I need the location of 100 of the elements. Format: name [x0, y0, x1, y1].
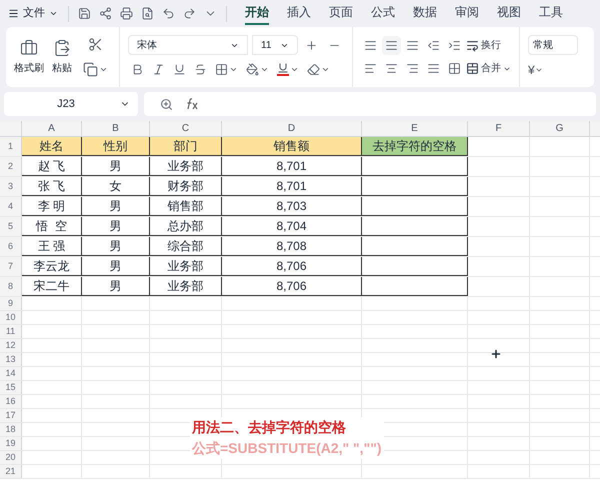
row-header[interactable]: 10 [0, 311, 22, 324]
column-header[interactable]: D [222, 121, 362, 136]
column-header[interactable]: A [22, 121, 82, 136]
menu-icon [8, 8, 19, 19]
ribbon-tab[interactable]: 工具 [539, 2, 563, 24]
header-cell: 销售额 [222, 137, 362, 156]
table-cell: 王 强 [22, 237, 82, 256]
table-cell: 业务部 [150, 277, 222, 296]
header-cell: 去掉字符的空格 [362, 137, 468, 156]
column-header[interactable]: E [362, 121, 468, 136]
row-header[interactable]: 5 [0, 217, 22, 236]
caret-icon [534, 66, 543, 74]
file-menu-label: 文件 [23, 6, 45, 22]
table-cell: 男 [82, 237, 150, 256]
font-size-dropdown[interactable]: 11 [252, 35, 298, 55]
table-cell: 李 明 [22, 197, 82, 216]
row-header[interactable]: 19 [0, 437, 22, 450]
table-cell: 8,703 [222, 197, 362, 216]
row-header[interactable]: 9 [0, 297, 22, 310]
row-header[interactable]: 15 [0, 381, 22, 394]
currency-button[interactable]: ¥ [528, 61, 578, 79]
table-cell: 宋二牛 [22, 277, 82, 296]
row-header[interactable]: 2 [0, 157, 22, 176]
ribbon-tab[interactable]: 插入 [287, 2, 311, 24]
row-header[interactable]: 1 [0, 137, 22, 156]
table-cell: 女 [82, 177, 150, 196]
paste-label: 粘贴 [52, 62, 72, 76]
annotation-title: 用法二、去掉字符的空格 [192, 418, 347, 437]
table-cell: 8,701 [222, 157, 362, 176]
table-cell: 男 [82, 217, 150, 236]
table-cell: 男 [82, 257, 150, 276]
row-header[interactable]: 14 [0, 367, 22, 380]
borders-icon [215, 62, 228, 76]
table-cell: 综合部 [150, 237, 222, 256]
table-cell: 总办部 [150, 217, 222, 236]
table-cell: 男 [82, 197, 150, 216]
wrap-text-button[interactable]: 换行 [466, 38, 501, 53]
merge-icon [466, 62, 479, 75]
caret-icon [49, 9, 58, 18]
font-name-dropdown[interactable]: 宋体 [128, 35, 248, 55]
table-cell: 业务部 [150, 157, 222, 176]
fill-color-icon [246, 62, 259, 76]
row-header[interactable]: 17 [0, 409, 22, 422]
ribbon-tab[interactable]: 视图 [497, 2, 521, 24]
table-cell: 8,706 [222, 257, 362, 276]
function-icon[interactable] [185, 98, 199, 110]
name-box[interactable]: J23 [4, 92, 138, 116]
table-cell: 男 [82, 157, 150, 176]
number-format-dropdown[interactable]: 常规 [528, 35, 578, 55]
zoom-icon[interactable] [160, 98, 173, 110]
ribbon-tab[interactable]: 开始 [245, 2, 269, 24]
eraser-icon [307, 62, 320, 76]
table-cell: 8,701 [222, 177, 362, 196]
row-header[interactable]: 4 [0, 197, 22, 216]
table-cell: 悟 空 [22, 217, 82, 236]
format-painter-button[interactable]: 格式刷 [14, 38, 44, 76]
ribbon-tab[interactable]: 页面 [329, 2, 353, 24]
annotation-formula: 公式=SUBSTITUTE(A2," ","") [192, 439, 382, 458]
paste-icon [53, 38, 71, 56]
formula-input[interactable] [144, 92, 596, 116]
paste-button[interactable]: 粘贴 [52, 38, 72, 76]
wrap-text-icon [466, 39, 479, 52]
ribbon-tab[interactable]: 公式 [371, 2, 395, 24]
table-cell: 财务部 [150, 177, 222, 196]
table-cell: 张 飞 [22, 177, 82, 196]
merge-button[interactable]: 合并 [466, 61, 511, 76]
caret-icon [99, 65, 108, 74]
crosshair-cursor-icon [490, 348, 502, 360]
row-header[interactable]: 12 [0, 339, 22, 352]
ribbon-tab[interactable]: 审阅 [455, 2, 479, 24]
file-menu[interactable]: 文件 [4, 5, 62, 22]
table-cell: 8,708 [222, 237, 362, 256]
column-header[interactable]: G [530, 121, 590, 136]
header-cell: 姓名 [22, 137, 82, 156]
row-header[interactable]: 7 [0, 257, 22, 276]
ribbon-tab[interactable]: 数据 [413, 2, 437, 24]
align-middle-icon[interactable] [382, 36, 401, 55]
copy-icon [83, 62, 98, 77]
row-header[interactable]: 16 [0, 395, 22, 408]
font-size-value: 11 [261, 38, 272, 52]
font-name-value: 宋体 [137, 38, 157, 52]
column-header[interactable]: F [468, 121, 530, 136]
header-cell: 性别 [82, 137, 150, 156]
font-color-icon [277, 62, 289, 76]
row-header[interactable]: 13 [0, 353, 22, 366]
table-cell: 男 [82, 277, 150, 296]
column-header[interactable]: C [150, 121, 222, 136]
row-header[interactable]: 6 [0, 237, 22, 256]
table-cell: 8,704 [222, 217, 362, 236]
row-header[interactable]: 20 [0, 451, 22, 464]
row-header[interactable]: 21 [0, 465, 22, 478]
column-header[interactable]: B [82, 121, 150, 136]
table-cell: 销售部 [150, 197, 222, 216]
header-cell: 部门 [150, 137, 222, 156]
table-cell: 李云龙 [22, 257, 82, 276]
row-header[interactable]: 18 [0, 423, 22, 436]
cell-reference: J23 [56, 96, 76, 112]
row-header[interactable]: 8 [0, 277, 22, 296]
row-header[interactable]: 3 [0, 177, 22, 196]
row-header[interactable]: 11 [0, 325, 22, 338]
